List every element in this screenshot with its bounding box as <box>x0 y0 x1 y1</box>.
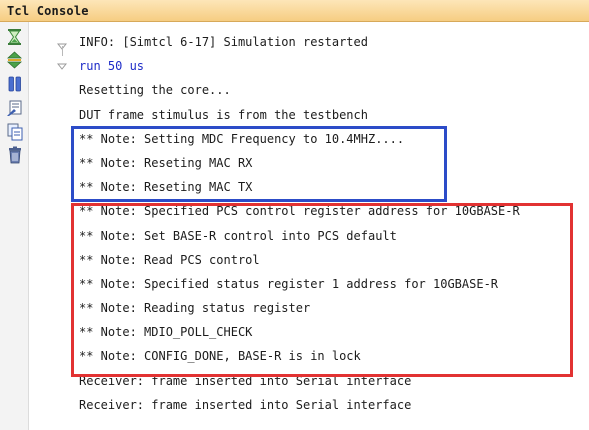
console-output[interactable]: INFO: [Simtcl 6-17] Simulation restarted… <box>79 33 584 420</box>
console-line-command: run 50 us <box>79 59 145 74</box>
fold-expand-icon[interactable] <box>56 57 68 70</box>
console-line: ** Note: Reading status register <box>79 301 311 316</box>
panel-title: Tcl Console <box>7 4 89 18</box>
console-line: ** Note: CONFIG_DONE, BASE-R is in lock <box>79 349 361 364</box>
console-line: Resetting the core... <box>79 83 231 98</box>
console-line: Receiver: frame inserted into Serial int… <box>79 373 412 388</box>
console-line: ** Note: Read PCS control <box>79 252 260 267</box>
console-line: ** Note: MDIO_POLL_CHECK <box>79 325 253 340</box>
clear-console-icon[interactable] <box>5 99 25 117</box>
console-toolbar <box>0 22 29 430</box>
fold-gutter <box>29 22 71 430</box>
console-line: Receiver: frame inserted into Serial int… <box>79 397 412 412</box>
hourglass-icon[interactable] <box>5 28 25 46</box>
tcl-console-window: Tcl Console INFO: [Simtcl 6-17] Simulati… <box>0 0 589 430</box>
console-line: ** Note: Reseting MAC RX <box>79 155 253 170</box>
scroll-updown-icon[interactable] <box>5 51 25 69</box>
console-line: ** Note: Set BASE-R control into PCS def… <box>79 228 397 243</box>
console-line: DUT frame stimulus is from the testbench <box>79 107 368 122</box>
fold-collapse-icon[interactable] <box>56 36 68 50</box>
console-line: ** Note: Specified PCS control register … <box>79 204 520 219</box>
copy-icon[interactable] <box>5 123 25 141</box>
console-line: ** Note: Specified status register 1 add… <box>79 276 499 291</box>
panel-title-bar[interactable]: Tcl Console <box>0 0 589 22</box>
pause-icon[interactable] <box>5 75 25 93</box>
trash-icon[interactable] <box>5 146 25 164</box>
console-line: ** Note: Setting MDC Frequency to 10.4MH… <box>79 131 405 146</box>
console-line-info: INFO: [Simtcl 6-17] Simulation restarted <box>79 35 368 49</box>
console-line: ** Note: Reseting MAC TX <box>79 180 253 195</box>
fold-guide-line <box>62 46 63 56</box>
